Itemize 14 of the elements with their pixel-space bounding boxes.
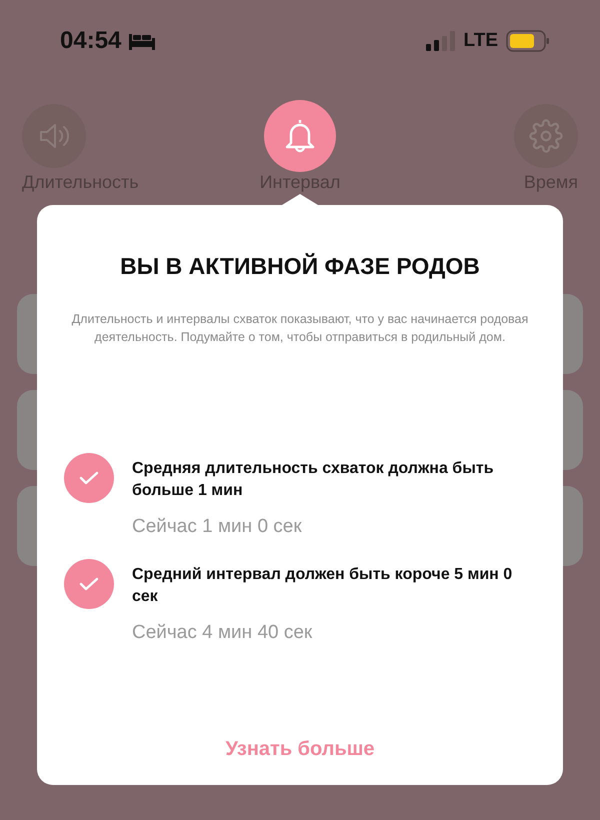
- status-time: 04:54: [60, 27, 122, 55]
- criterion-text: Средний интервал должен быть короче 5 мин 0 сек: [132, 565, 514, 607]
- current-value: Сейчас 1 мин 0 сек: [132, 516, 303, 538]
- bed-icon: [129, 32, 156, 50]
- signal-icon: [426, 31, 456, 51]
- dialog-description: Длительность и интервалы схваток показывают, что у вас начинается родовая деятельность. Подумайте о том, чтобы отправиться в родильный дом.: [70, 311, 530, 346]
- criterion-text: Средняя длительность схваток должна быть больше 1 мин: [132, 459, 495, 501]
- current-value: Сейчас 4 мин 40 сек: [132, 622, 314, 644]
- learn-more-link[interactable]: Узнать больше: [225, 738, 375, 761]
- battery-icon: [506, 30, 550, 52]
- dialog-title: ВЫ В АКТИВНОЙ ФАЗЕ РОДОВ: [120, 253, 480, 280]
- speaker-icon: [38, 122, 70, 150]
- network-label: LTE: [464, 30, 498, 52]
- settings-icon: [529, 119, 563, 153]
